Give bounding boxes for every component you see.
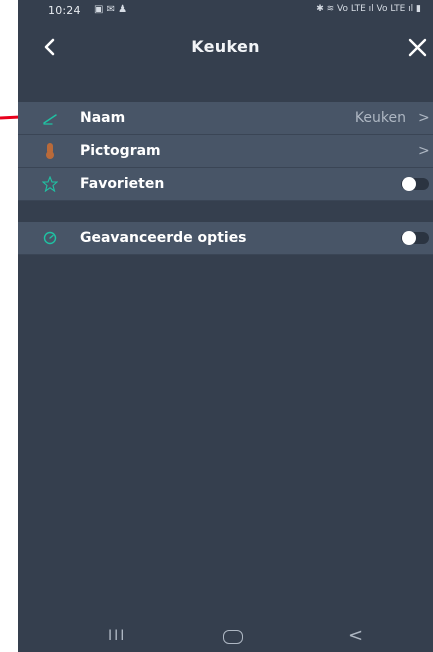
icon-row[interactable]: Pictogram > xyxy=(18,135,433,168)
gauge-icon xyxy=(43,231,57,245)
chevron-right-icon: > xyxy=(418,110,430,126)
name-label: Naam xyxy=(80,110,126,126)
signal-battery-icons: ✱ ≋ Vo LTE ıl Vo LTE ıl ▮ xyxy=(316,4,421,14)
back-icon[interactable]: < xyxy=(348,625,363,646)
advanced-row: Geavanceerde opties xyxy=(18,222,433,255)
advanced-label: Geavanceerde opties xyxy=(80,230,247,246)
status-bar: 10:24 ▣ ✉ ♟ ✱ ≋ Vo LTE ıl Vo LTE ıl ▮ xyxy=(18,0,433,22)
android-nav-bar: III < xyxy=(18,622,433,652)
name-row[interactable]: Naam Keuken > xyxy=(18,102,433,135)
chevron-right-icon: > xyxy=(418,143,430,159)
toggle-knob xyxy=(402,231,416,245)
advanced-toggle[interactable] xyxy=(401,231,429,245)
status-time: 10:24 xyxy=(48,4,81,17)
settings-group-main: Naam Keuken > Pictogram > Favorieten xyxy=(18,102,433,201)
name-value: Keuken xyxy=(354,110,406,126)
phone-screen: 10:24 ▣ ✉ ♟ ✱ ≋ Vo LTE ıl Vo LTE ıl ▮ Ke… xyxy=(18,0,433,652)
thermometer-icon xyxy=(46,143,54,159)
icon-label: Pictogram xyxy=(80,143,161,159)
favorites-row: Favorieten xyxy=(18,168,433,201)
settings-group-advanced: Geavanceerde opties xyxy=(18,222,433,255)
favorites-toggle[interactable] xyxy=(401,177,429,191)
home-icon[interactable] xyxy=(223,630,243,644)
pencil-icon xyxy=(43,114,57,125)
page-title: Keuken xyxy=(191,37,260,56)
notification-icons: ▣ ✉ ♟ xyxy=(94,4,128,15)
toggle-knob xyxy=(402,177,416,191)
favorites-label: Favorieten xyxy=(80,176,165,192)
star-icon xyxy=(42,176,58,192)
header: Keuken xyxy=(18,28,433,68)
close-icon[interactable] xyxy=(405,35,429,59)
recents-icon[interactable]: III xyxy=(108,628,126,644)
